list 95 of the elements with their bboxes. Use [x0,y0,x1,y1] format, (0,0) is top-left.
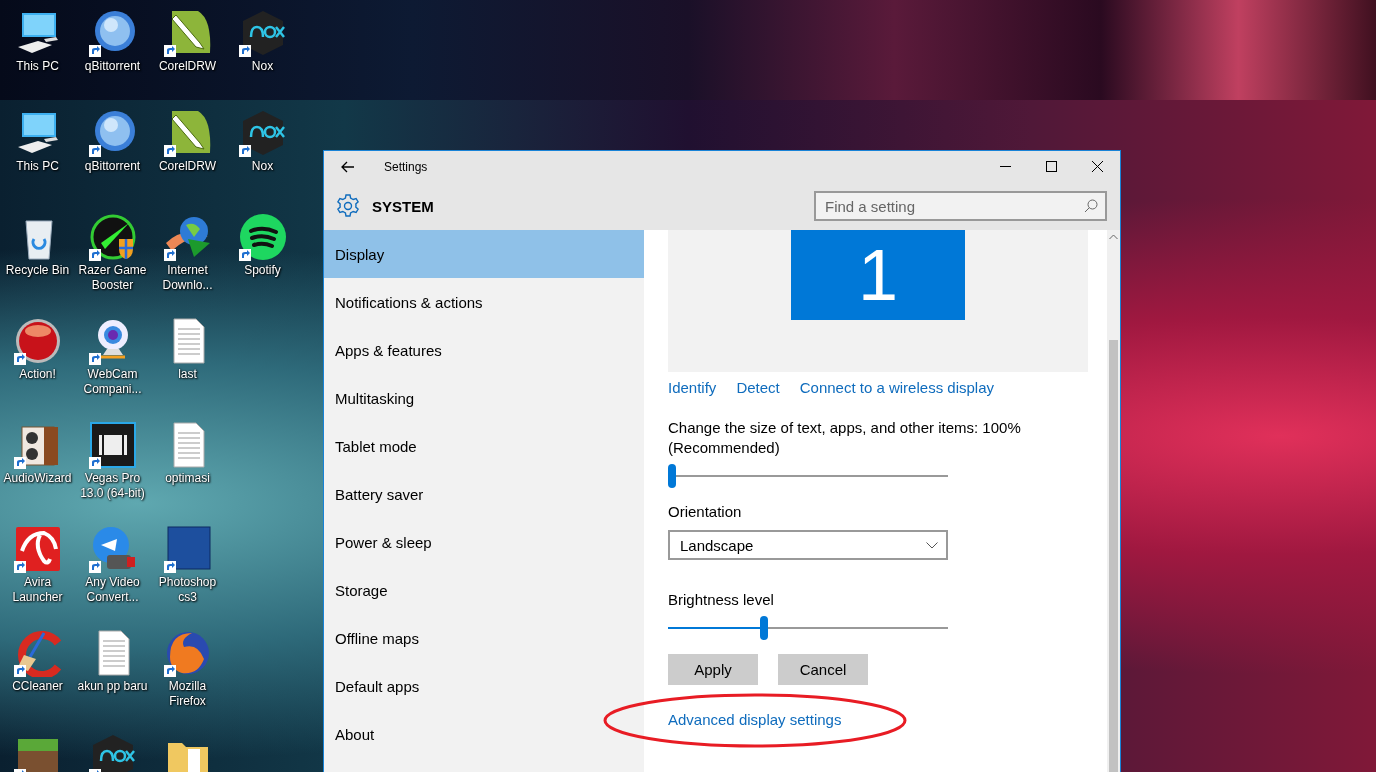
icon-label: Nox [250,59,275,74]
orientation-label: Orientation [668,502,742,522]
icon-label: AudioWizard [2,471,73,486]
shortcut-overlay [238,145,251,157]
icon-label: This PC [15,159,60,174]
icon-label: Action! [18,367,57,382]
broom-icon[interactable] [13,629,62,677]
slider-thumb[interactable] [668,464,676,488]
sidebar-item[interactable]: Multitasking [324,374,644,422]
chevron-down-icon [926,541,938,549]
monitor-tile[interactable]: 1 [791,230,965,320]
cancel-button[interactable]: Cancel [778,654,868,685]
hexagon-icon[interactable] [238,9,287,57]
hexagon-icon[interactable] [88,733,137,772]
sidebar-item[interactable]: About [324,710,644,758]
dropdown-value: Landscape [680,536,754,554]
link[interactable]: Connect to a wireless display [799,378,994,398]
window-title: Settings [384,159,429,174]
shortcut-overlay [88,561,101,573]
icon-label: Photoshop cs3 [157,575,218,605]
shortcut-overlay [163,45,176,57]
icon-label: qBittorrent [83,159,142,174]
square-tile-icon[interactable] [163,525,212,573]
sidebar-item[interactable]: Offline maps [324,614,644,662]
icon-label: Mozilla Firefox [167,679,208,709]
shortcut-overlay [163,249,176,261]
shortcut-overlay [13,353,26,365]
sidebar-item[interactable]: Notifications & actions [324,278,644,326]
icon-label: Nox [250,159,275,174]
shortcut-overlay [88,45,101,57]
sidebar-item[interactable]: Storage [324,566,644,614]
shortcut-overlay [88,145,101,157]
shortcut-overlay [238,249,251,261]
icon-label: Avira Launcher [11,575,64,605]
gauge-icon[interactable] [88,213,137,261]
shortcut-overlay [163,665,176,677]
sidebar-item[interactable]: Default apps [324,662,644,710]
brightness-label: Brightness level [668,590,774,610]
shortcut-overlay [13,561,26,573]
sphere-icon[interactable] [88,9,137,57]
icon-label: CCleaner [11,679,64,694]
sidebar-item[interactable]: Battery saver [324,470,644,518]
icon-label: WebCam Compani... [82,367,143,397]
icon-label: qBittorrent [83,59,142,74]
sphere-icon[interactable] [88,109,137,157]
icon-label: Vegas Pro 13.0 (64-bit) [79,471,146,501]
icon-label: Razer Game Booster [77,263,148,293]
scrollbar-thumb[interactable] [1109,340,1118,772]
globe-icon[interactable] [163,629,212,677]
scrollbar[interactable] [1107,230,1120,772]
search-field[interactable]: Find a setting [814,191,1107,221]
search-icon [1084,199,1098,213]
shortcut-overlay [13,457,26,469]
icon-label: Spotify [243,263,282,278]
hexagon-icon[interactable] [238,109,287,157]
orientation-dropdown[interactable]: Landscape [668,530,948,560]
shortcut-overlay [163,145,176,157]
icon-label: last [177,367,198,382]
umbrella-icon[interactable] [13,525,62,573]
link[interactable]: Identify [668,378,717,398]
film-icon[interactable] [88,421,137,469]
shortcut-overlay [238,45,251,57]
shortcut-overlay [88,457,101,469]
icon-label: Internet Downlo... [161,263,214,293]
pencil-icon[interactable] [163,109,212,157]
link[interactable]: Detect [736,378,780,398]
icon-label: Any Video Convert... [84,575,141,605]
close-icon [1091,161,1103,172]
shortcut-overlay [163,561,176,573]
icon-label: This PC [15,59,60,74]
pencil-icon[interactable] [163,9,212,57]
icon-label: akun pp baru [76,679,149,694]
apply-button[interactable]: Apply [668,654,758,685]
slider-thumb[interactable] [760,616,769,640]
sidebar-item[interactable]: Apps & features [324,326,644,374]
shortcut-overlay [88,769,101,772]
sound-waves-icon[interactable] [238,213,287,261]
settings-icon [336,194,360,218]
record-icon[interactable] [13,317,62,365]
shortcut-overlay [88,353,101,365]
section-title: SYSTEM [372,197,435,215]
sidebar-item[interactable]: Display [324,230,644,278]
shortcut-overlay [88,249,101,261]
sidebar-item[interactable]: Power & sleep [324,518,644,566]
sidebar-item[interactable]: Tablet mode [324,422,644,470]
scale-label: Change the size of text, apps, and other items: 100% (Recommended) [668,418,1022,458]
maximize-icon [1045,161,1057,172]
icon-label: CorelDRW [157,59,218,74]
shortcut-overlay [13,665,26,677]
icon-label: CorelDRW [157,159,218,174]
icon-label: Recycle Bin [4,263,71,278]
icon-label: optimasi [164,471,211,486]
back-arrow-icon[interactable] [341,160,355,173]
shortcut-overlay [13,769,26,772]
video-camera-icon[interactable] [88,525,137,573]
